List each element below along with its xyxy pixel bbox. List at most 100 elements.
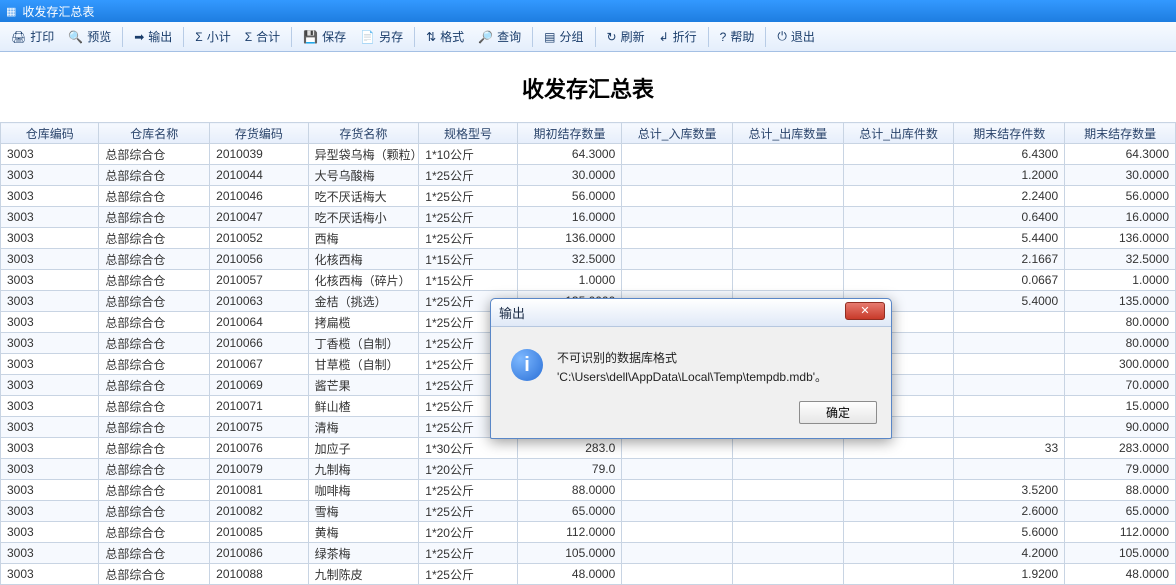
cell[interactable]: 1.0000 [517, 270, 622, 291]
cell[interactable] [733, 186, 844, 207]
cell[interactable]: 1*15公斤 [419, 270, 517, 291]
cell[interactable] [733, 459, 844, 480]
cell[interactable]: 总部综合仓 [99, 312, 210, 333]
cell[interactable]: 九制陈皮 [308, 564, 419, 585]
table-row[interactable]: 3003总部综合仓2010088九制陈皮1*25公斤48.00001.92004… [1, 564, 1176, 585]
table-row[interactable]: 3003总部综合仓2010047吃不厌话梅小1*25公斤16.00000.640… [1, 207, 1176, 228]
toolbar-刷新[interactable]: ↻刷新 [600, 25, 652, 49]
cell[interactable]: 拷扁榄 [308, 312, 419, 333]
cell[interactable]: 32.5000 [1065, 249, 1176, 270]
cell[interactable]: 3003 [1, 417, 99, 438]
cell[interactable]: 2010047 [210, 207, 308, 228]
cell[interactable]: 112.0000 [517, 522, 622, 543]
cell[interactable]: 清梅 [308, 417, 419, 438]
cell[interactable]: 2010081 [210, 480, 308, 501]
table-row[interactable]: 3003总部综合仓2010039异型袋乌梅（颗粒）1*10公斤64.30006.… [1, 144, 1176, 165]
cell[interactable] [954, 375, 1065, 396]
cell[interactable] [954, 459, 1065, 480]
cell[interactable]: 2010063 [210, 291, 308, 312]
cell[interactable]: 3003 [1, 522, 99, 543]
cell[interactable] [954, 417, 1065, 438]
column-header[interactable]: 仓库名称 [99, 123, 210, 144]
cell[interactable]: 4.2000 [954, 543, 1065, 564]
cell[interactable]: 1*10公斤 [419, 144, 517, 165]
cell[interactable]: 283.0000 [1065, 438, 1176, 459]
cell[interactable]: 1*20公斤 [419, 522, 517, 543]
cell[interactable]: 总部综合仓 [99, 480, 210, 501]
cell[interactable]: 西梅 [308, 228, 419, 249]
cell[interactable]: 88.0000 [517, 480, 622, 501]
cell[interactable]: 1*25公斤 [419, 543, 517, 564]
cell[interactable]: 2.6000 [954, 501, 1065, 522]
cell[interactable]: 2010052 [210, 228, 308, 249]
cell[interactable]: 2.1667 [954, 249, 1065, 270]
cell[interactable]: 0.6400 [954, 207, 1065, 228]
cell[interactable]: 2010056 [210, 249, 308, 270]
cell[interactable]: 5.4400 [954, 228, 1065, 249]
column-header[interactable]: 期末结存件数 [954, 123, 1065, 144]
cell[interactable]: 总部综合仓 [99, 396, 210, 417]
cell[interactable]: 2010064 [210, 312, 308, 333]
cell[interactable]: 2010085 [210, 522, 308, 543]
cell[interactable] [733, 228, 844, 249]
cell[interactable]: 1*15公斤 [419, 249, 517, 270]
cell[interactable]: 雪梅 [308, 501, 419, 522]
cell[interactable] [843, 165, 954, 186]
cell[interactable]: 总部综合仓 [99, 291, 210, 312]
cell[interactable] [843, 543, 954, 564]
cell[interactable]: 65.0000 [517, 501, 622, 522]
cell[interactable]: 2010079 [210, 459, 308, 480]
cell[interactable]: 135.0000 [1065, 291, 1176, 312]
cell[interactable]: 3003 [1, 186, 99, 207]
cell[interactable]: 0.0667 [954, 270, 1065, 291]
table-row[interactable]: 3003总部综合仓2010081咖啡梅1*25公斤88.00003.520088… [1, 480, 1176, 501]
cell[interactable]: 80.0000 [1065, 312, 1176, 333]
cell[interactable]: 2010082 [210, 501, 308, 522]
cell[interactable]: 1*25公斤 [419, 564, 517, 585]
cell[interactable]: 总部综合仓 [99, 333, 210, 354]
cell[interactable]: 80.0000 [1065, 333, 1176, 354]
cell[interactable]: 2010075 [210, 417, 308, 438]
close-button[interactable]: ✕ [845, 302, 885, 320]
cell[interactable]: 283.0 [517, 438, 622, 459]
cell[interactable] [843, 438, 954, 459]
cell[interactable]: 总部综合仓 [99, 186, 210, 207]
cell[interactable]: 112.0000 [1065, 522, 1176, 543]
cell[interactable]: 3003 [1, 228, 99, 249]
cell[interactable]: 1*25公斤 [419, 228, 517, 249]
cell[interactable] [954, 396, 1065, 417]
cell[interactable] [954, 312, 1065, 333]
cell[interactable]: 1*20公斤 [419, 459, 517, 480]
cell[interactable]: 化核西梅 [308, 249, 419, 270]
cell[interactable]: 136.0000 [517, 228, 622, 249]
cell[interactable]: 2010039 [210, 144, 308, 165]
cell[interactable] [622, 564, 733, 585]
cell[interactable]: 总部综合仓 [99, 417, 210, 438]
cell[interactable]: 3003 [1, 459, 99, 480]
cell[interactable]: 吃不厌话梅小 [308, 207, 419, 228]
table-row[interactable]: 3003总部综合仓2010046吃不厌话梅大1*25公斤56.00002.240… [1, 186, 1176, 207]
cell[interactable]: 88.0000 [1065, 480, 1176, 501]
cell[interactable]: 1.2000 [954, 165, 1065, 186]
cell[interactable]: 总部综合仓 [99, 438, 210, 459]
cell[interactable]: 2010088 [210, 564, 308, 585]
toolbar-分组[interactable]: ▤分组 [537, 25, 590, 49]
cell[interactable] [843, 501, 954, 522]
toolbar-合计[interactable]: Σ合计 [238, 25, 287, 49]
cell[interactable] [843, 270, 954, 291]
cell[interactable] [843, 480, 954, 501]
cell[interactable]: 1.0000 [1065, 270, 1176, 291]
cell[interactable]: 总部综合仓 [99, 501, 210, 522]
cell[interactable]: 总部综合仓 [99, 207, 210, 228]
cell[interactable] [622, 522, 733, 543]
cell[interactable]: 3003 [1, 354, 99, 375]
cell[interactable]: 56.0000 [1065, 186, 1176, 207]
cell[interactable] [733, 270, 844, 291]
table-row[interactable]: 3003总部综合仓2010086绿茶梅1*25公斤105.00004.20001… [1, 543, 1176, 564]
cell[interactable]: 56.0000 [517, 186, 622, 207]
cell[interactable]: 3003 [1, 564, 99, 585]
cell[interactable]: 咖啡梅 [308, 480, 419, 501]
cell[interactable] [733, 207, 844, 228]
cell[interactable]: 3003 [1, 165, 99, 186]
table-row[interactable]: 3003总部综合仓2010079九制梅1*20公斤79.079.0000 [1, 459, 1176, 480]
